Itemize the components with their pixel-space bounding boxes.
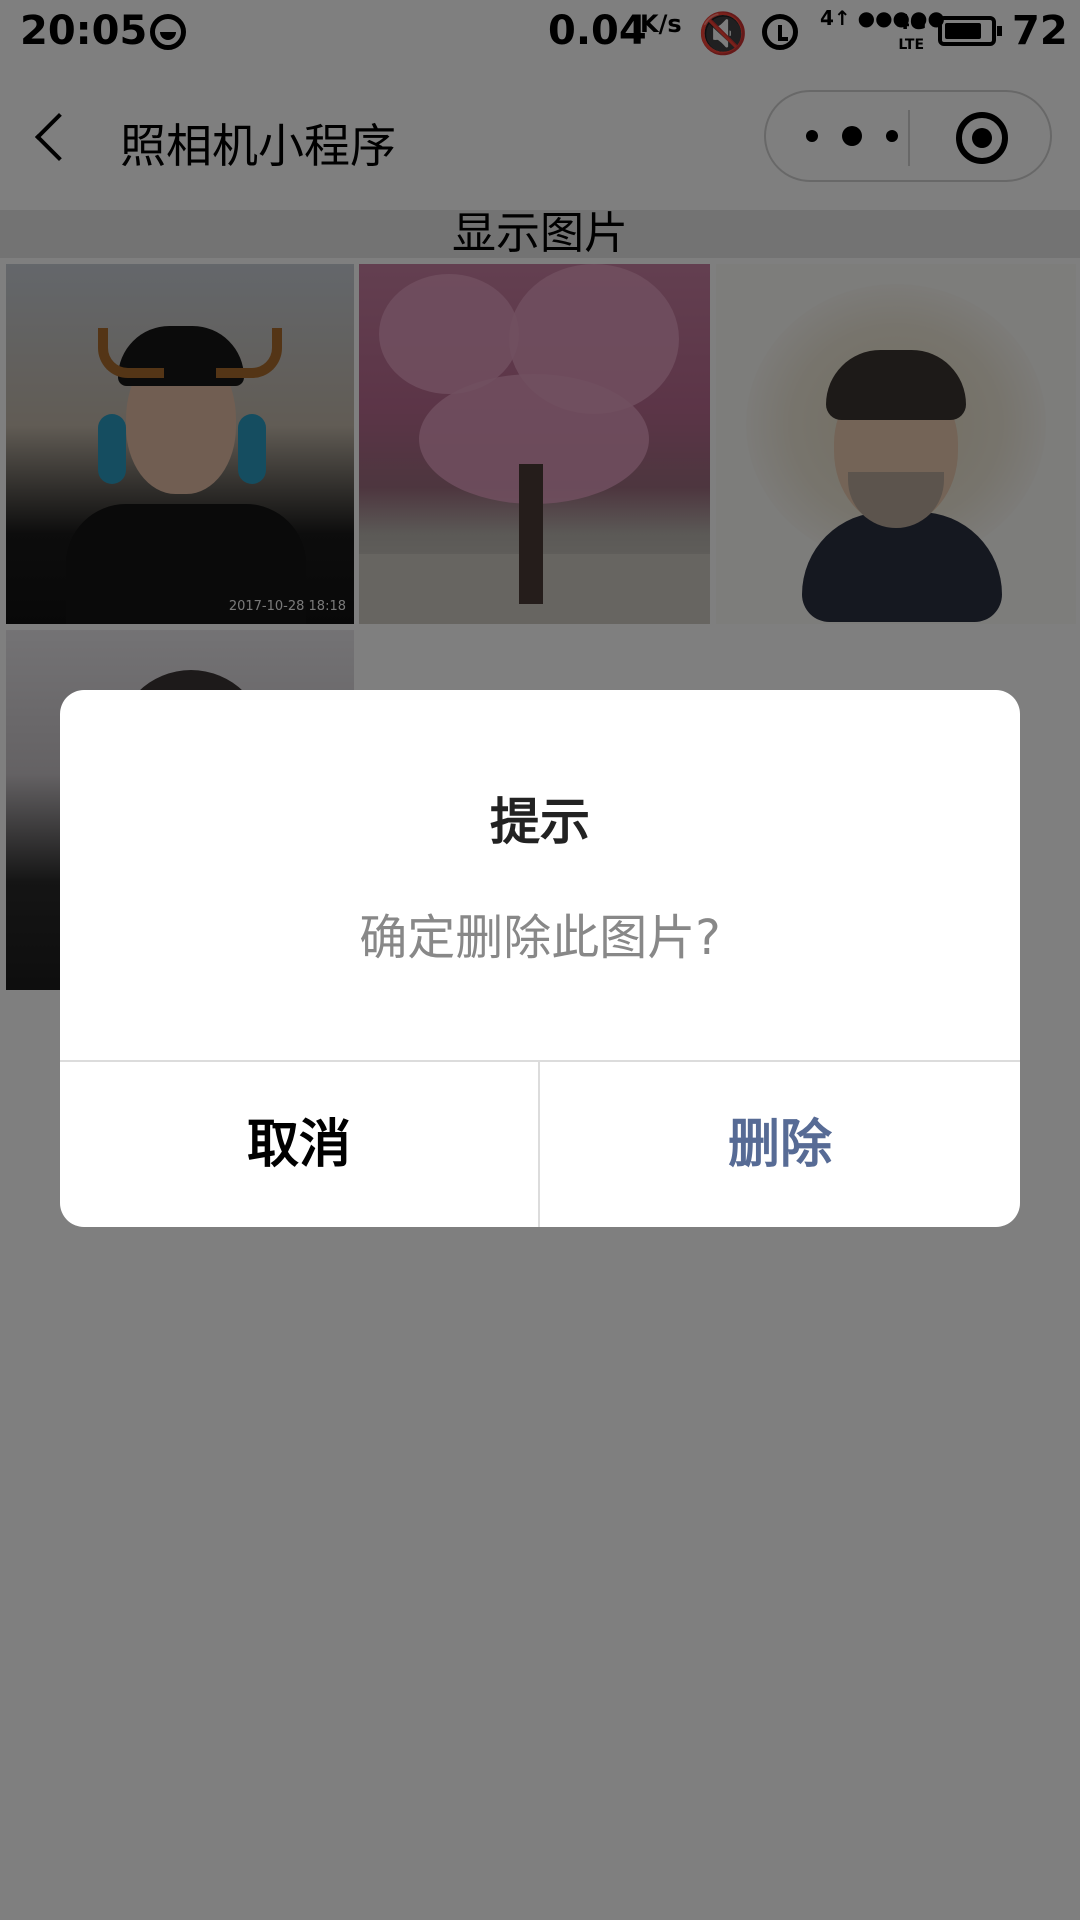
app-root: 20:05 0.04 K/s 🔇 4↑ ●●●●● 4G LTE 72 照相机小… <box>0 0 1080 1920</box>
delete-button[interactable]: 删除 <box>540 1062 1020 1227</box>
confirm-dialog: 提示 确定删除此图片? 取消 删除 <box>60 690 1020 1227</box>
dialog-footer: 取消 删除 <box>60 1060 1020 1227</box>
dialog-title: 提示 <box>490 793 590 851</box>
dialog-message: 确定删除此图片? <box>359 910 721 966</box>
cancel-button[interactable]: 取消 <box>60 1062 540 1227</box>
